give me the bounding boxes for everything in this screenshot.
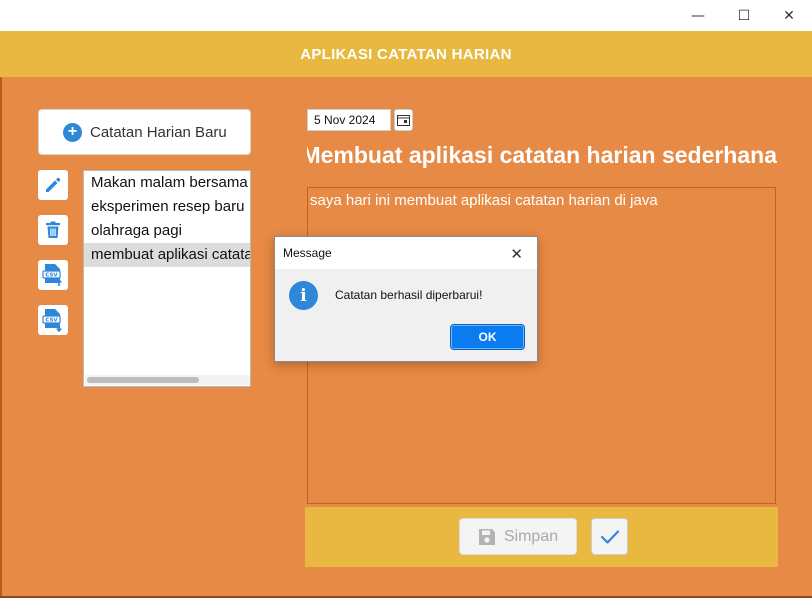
import-csv-button[interactable]: CSV	[38, 305, 68, 335]
app-title: APLIKASI CATATAN HARIAN	[300, 45, 512, 63]
list-item[interactable]: olahraga pagi	[84, 219, 250, 243]
horizontal-scrollbar[interactable]	[85, 375, 250, 385]
window-titlebar: — ☐ ✕	[0, 0, 812, 31]
floppy-disk-icon	[478, 528, 495, 545]
list-item[interactable]: Makan malam bersama	[84, 171, 250, 195]
calendar-button[interactable]	[394, 109, 413, 131]
entry-body-text: saya hari ini membuat aplikasi catatan h…	[310, 192, 658, 209]
svg-text:CSV: CSV	[45, 318, 58, 324]
dialog-close-button[interactable]: ✕	[510, 245, 523, 263]
info-icon: i	[289, 281, 318, 310]
entry-list[interactable]: Makan malam bersama eksperimen resep bar…	[83, 170, 251, 387]
save-button[interactable]: Simpan	[459, 518, 577, 555]
trash-icon	[46, 221, 60, 238]
new-entry-label: Catatan Harian Baru	[90, 123, 227, 141]
new-entry-button[interactable]: + Catatan Harian Baru	[38, 109, 251, 155]
entry-body-line: saya hari ini membuat aplikasi catatan h…	[308, 188, 775, 218]
edit-button[interactable]	[38, 170, 68, 200]
window-close-button[interactable]: ✕	[766, 0, 812, 31]
pencil-icon	[46, 177, 61, 192]
export-csv-button[interactable]: CSV	[38, 260, 68, 290]
app-header: APLIKASI CATATAN HARIAN	[0, 31, 812, 77]
window-edge	[0, 77, 2, 598]
entry-title-text: Membuat aplikasi catatan harian sederhan…	[307, 142, 777, 168]
list-item-selected[interactable]: membuat aplikasi catatan	[84, 243, 250, 267]
message-dialog: Message ✕ i Catatan berhasil diperbarui!…	[274, 236, 538, 362]
dialog-titlebar: Message ✕	[275, 237, 537, 269]
minimize-button[interactable]: —	[675, 0, 721, 31]
csv-import-icon: CSV	[42, 309, 62, 332]
ok-button[interactable]: OK	[450, 324, 525, 350]
scrollbar-thumb[interactable]	[87, 377, 199, 383]
svg-text:CSV: CSV	[45, 273, 58, 279]
checkmark-icon	[600, 529, 619, 544]
dialog-title: Message	[283, 246, 332, 260]
save-button-label: Simpan	[503, 527, 559, 545]
calendar-icon	[397, 114, 410, 126]
delete-button[interactable]	[38, 215, 68, 245]
csv-export-icon: CSV	[42, 264, 62, 286]
date-input[interactable]: 5 Nov 2024	[307, 109, 391, 131]
entry-title-field[interactable]: Membuat aplikasi catatan harian sederhan…	[307, 140, 777, 172]
plus-circle-icon: +	[63, 122, 82, 142]
maximize-button[interactable]: ☐	[721, 0, 767, 31]
dialog-message: Catatan berhasil diperbarui!	[335, 288, 483, 302]
confirm-button[interactable]	[591, 518, 628, 555]
list-item[interactable]: eksperimen resep baru	[84, 195, 250, 219]
